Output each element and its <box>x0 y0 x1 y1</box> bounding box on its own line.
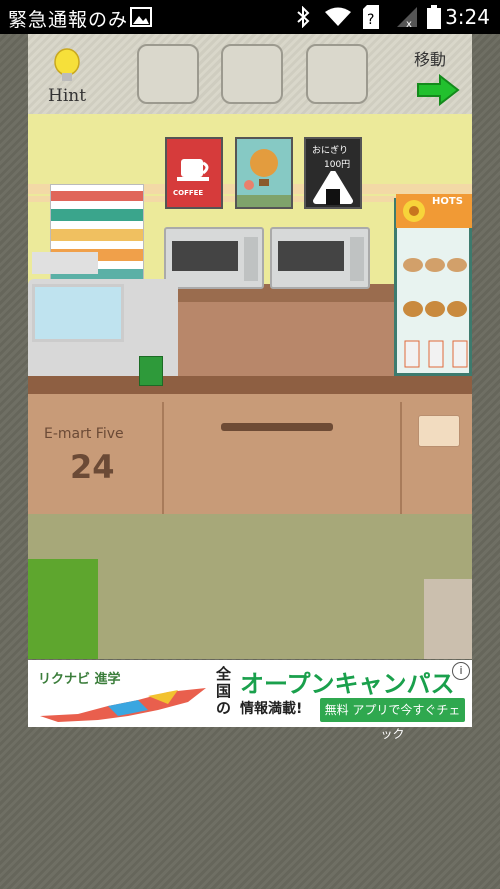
bluetooth-icon <box>296 5 310 32</box>
ad-cta-button[interactable]: 無料 アプリで今すぐチェック <box>320 698 465 741</box>
item-slot-3[interactable] <box>306 44 368 104</box>
image-icon <box>130 7 152 31</box>
ad-brand: リクナビ 進学 <box>38 672 121 687</box>
svg-text:x: x <box>406 19 412 28</box>
status-title: 緊急通報のみ <box>8 9 129 31</box>
battery-icon <box>427 5 441 33</box>
move-label: 移動 <box>414 50 447 69</box>
ad-subtext: 情報満載! <box>240 701 303 717</box>
drawer-handle[interactable] <box>221 423 333 431</box>
hots-sign-text: HOTS <box>432 196 463 207</box>
register-screen[interactable] <box>32 284 124 342</box>
svg-text:?: ? <box>367 12 374 28</box>
sim-unknown-icon: ? <box>362 5 380 33</box>
onigiri-label: おにぎり <box>312 146 349 156</box>
store-number: 24 <box>70 448 115 486</box>
coffee-poster[interactable]: COFFEE <box>165 137 223 209</box>
signal-icon: x <box>396 6 418 32</box>
ad-side-text: 全国の <box>216 665 232 717</box>
japan-map-icon <box>38 686 208 728</box>
item-slot-2[interactable] <box>221 44 283 104</box>
ad-banner[interactable]: リクナビ 進学 全国の オープンキャンパス 情報満載! 無料 アプリで今すぐチェ… <box>28 660 472 741</box>
onigiri-poster[interactable]: おにぎり 100円 <box>304 137 362 209</box>
info-icon[interactable]: i <box>452 662 470 680</box>
snack-display-right[interactable] <box>424 579 472 659</box>
status-time: 3:24 <box>445 5 490 29</box>
ad-headline: オープンキャンパス <box>240 670 455 698</box>
balloon-poster[interactable] <box>235 137 293 209</box>
green-card-item[interactable] <box>139 356 163 386</box>
wifi-icon <box>324 7 352 31</box>
snack-bags-left[interactable] <box>28 559 98 659</box>
front-counter-top <box>28 376 472 394</box>
game-screen[interactable]: Hint 移動 COFFEE おにぎり 100円 HOTS E-mart Fiv… <box>28 34 472 727</box>
register-display <box>32 252 98 274</box>
onigiri-price: 100円 <box>324 160 351 170</box>
coffee-label: COFFEE <box>173 189 204 197</box>
status-bar: 緊急通報のみ ? x 3:24 <box>0 0 500 34</box>
microwave-2[interactable] <box>270 227 370 289</box>
right-arrow-icon[interactable] <box>416 73 460 110</box>
microwave-1[interactable] <box>164 227 264 289</box>
item-slot-1[interactable] <box>137 44 199 104</box>
hint-button[interactable]: Hint <box>48 86 86 106</box>
store-name: E-mart Five <box>44 426 124 442</box>
counter-note[interactable] <box>418 415 460 447</box>
